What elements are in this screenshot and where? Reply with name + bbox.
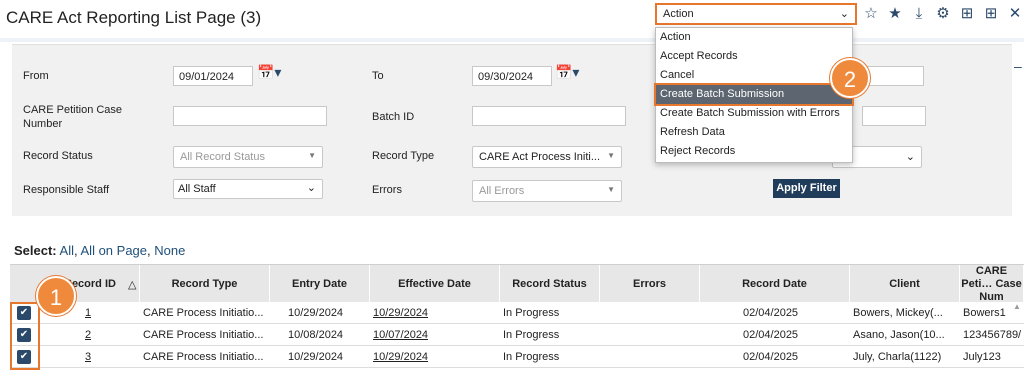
action-select-value: Action <box>663 8 694 20</box>
errors-value: All Errors <box>479 185 525 197</box>
cell-record-status: In Progress <box>503 329 560 341</box>
menu-item-create-batch-submission-with-errors[interactable]: Create Batch Submission with Errors <box>656 104 852 123</box>
cell-entry-date: 10/08/2024 <box>288 329 344 341</box>
menu-item-reject-records[interactable]: Reject Records <box>656 142 852 161</box>
cell-effective-date[interactable]: 10/29/2024 <box>373 346 428 368</box>
page-title: CARE Act Reporting List Page (3) <box>6 8 262 27</box>
errors-label: Errors <box>372 184 402 196</box>
cell-record-id[interactable]: 2 <box>85 324 91 346</box>
step-badge-2: 2 <box>830 58 870 98</box>
chevron-down-icon: ▼ <box>607 185 615 194</box>
star-outline-icon[interactable]: ☆ <box>862 5 880 23</box>
status-label: Record Status <box>23 150 93 162</box>
action-select[interactable]: Action ⌄ <box>655 3 857 25</box>
download-icon[interactable]: ⤓ <box>910 5 928 23</box>
chevron-down-icon: ⌄ <box>306 182 316 194</box>
gear-icon[interactable]: ⚙ <box>934 5 952 23</box>
staff-label: Responsible Staff <box>23 184 110 196</box>
table-icon[interactable]: ⊞ <box>982 5 1000 23</box>
cell-care-case: July123 <box>963 351 1001 363</box>
select-label: Select: <box>14 243 57 258</box>
panel-strip <box>0 38 1024 42</box>
record-type-select[interactable]: CARE Act Process Initi... ▼ <box>472 146 622 168</box>
select-row: Select: All, All on Page, None <box>14 243 186 258</box>
col-errors[interactable]: Errors <box>600 265 700 303</box>
errors-select[interactable]: All Errors ▼ <box>472 180 622 202</box>
col-client[interactable]: Client <box>850 265 960 303</box>
sort-icon[interactable]: △ <box>128 278 136 291</box>
table-row[interactable]: ✔ 1 CARE Process Initiatio... 10/29/2024… <box>10 302 1024 324</box>
table-row[interactable]: ✔ 3 CARE Process Initiatio... 10/29/2024… <box>10 346 1024 368</box>
batch-id-input[interactable] <box>472 106 626 126</box>
responsible-staff-value: All Staff <box>178 183 216 195</box>
top-bar: CARE Act Reporting List Page (3) Action … <box>0 0 1024 38</box>
col-care-case[interactable]: CARE Peti… Case Num <box>960 265 1024 303</box>
cell-record-type: CARE Process Initiatio... <box>143 307 264 319</box>
col-entry-date[interactable]: Entry Date <box>270 265 370 303</box>
cell-record-date: 02/04/2025 <box>743 307 799 319</box>
to-label: To <box>372 70 384 82</box>
extra-field-input-2[interactable] <box>862 106 926 126</box>
cell-care-case: 123456789/ <box>963 329 1021 341</box>
select-all-on-page-link[interactable]: All on Page <box>81 243 148 258</box>
close-icon[interactable]: ✕ <box>1006 5 1024 23</box>
select-all-link[interactable]: All <box>60 243 74 258</box>
menu-item-refresh-data[interactable]: Refresh Data <box>656 123 852 142</box>
menu-item-create-batch-submission[interactable]: Create Batch Submission <box>654 83 854 106</box>
collapse-icon[interactable]: – <box>1014 58 1022 74</box>
col-record-type[interactable]: Record Type <box>140 265 270 303</box>
cell-effective-date[interactable]: 10/29/2024 <box>373 302 428 324</box>
cell-client: July, Charla(1122) <box>853 351 942 363</box>
from-date-input[interactable]: 09/01/2024 <box>173 66 253 86</box>
checkbox-highlight <box>10 302 40 370</box>
col-record-status[interactable]: Record Status <box>500 265 600 303</box>
step-badge-1: 1 <box>36 276 76 316</box>
record-status-select[interactable]: All Record Status ▼ <box>173 146 323 168</box>
menu-item-accept-records[interactable]: Accept Records <box>656 47 852 66</box>
cell-record-date: 02/04/2025 <box>743 329 799 341</box>
responsible-staff-select[interactable]: All Staff ⌄ <box>173 179 323 199</box>
batch-label: Batch ID <box>372 111 415 123</box>
to-date-input[interactable]: 09/30/2024 <box>472 66 552 86</box>
cell-record-type: CARE Process Initiatio... <box>143 329 264 341</box>
chevron-down-icon: ⌄ <box>839 8 849 20</box>
scroll-up-icon[interactable]: ▲ <box>1013 302 1021 311</box>
type-label: Record Type <box>372 150 435 162</box>
table-row[interactable]: ✔ 2 CARE Process Initiatio... 10/08/2024… <box>10 324 1024 346</box>
cell-record-id[interactable]: 3 <box>85 346 91 368</box>
cell-record-id[interactable]: 1 <box>85 302 91 324</box>
extra-field-input[interactable] <box>862 66 924 86</box>
apply-filter-button[interactable]: Apply Filter <box>773 179 840 198</box>
petition-input[interactable] <box>173 106 327 126</box>
cell-record-type: CARE Process Initiatio... <box>143 351 264 363</box>
chevron-down-icon: ▼ <box>308 151 316 160</box>
menu-item-cancel[interactable]: Cancel <box>656 66 852 85</box>
cell-entry-date: 10/29/2024 <box>288 307 344 319</box>
chevron-down-icon: ⌄ <box>905 151 915 163</box>
from-label: From <box>23 70 49 82</box>
col-effective-date[interactable]: Effective Date <box>370 265 500 303</box>
cell-record-status: In Progress <box>503 307 560 319</box>
table-header: Record ID △ Record Type Entry Date Effec… <box>10 264 1024 303</box>
col-record-date[interactable]: Record Date <box>700 265 850 303</box>
cell-record-date: 02/04/2025 <box>743 351 799 363</box>
record-type-value: CARE Act Process Initi... <box>479 151 601 163</box>
cell-client: Asano, Jason(10... <box>853 329 945 341</box>
calendar-icon[interactable]: 📅▾ <box>555 64 579 81</box>
cell-effective-date[interactable]: 10/07/2024 <box>373 324 428 346</box>
record-status-value: All Record Status <box>180 151 265 163</box>
cell-client: Bowers, Mickey(... <box>853 307 943 319</box>
toolbar-icons: ☆ ★ ⤓ ⚙ ⊞ ⊞ ✕ <box>862 5 1024 23</box>
petition-label: CARE Petition Case Number <box>23 104 123 130</box>
select-none-link[interactable]: None <box>154 243 185 258</box>
menu-item-action[interactable]: Action <box>656 28 852 47</box>
add-table-icon[interactable]: ⊞ <box>958 5 976 23</box>
cell-record-status: In Progress <box>503 351 560 363</box>
action-dropdown-menu: Action Accept Records Cancel Create Batc… <box>654 27 854 163</box>
calendar-icon[interactable]: 📅▾ <box>257 64 281 81</box>
star-icon[interactable]: ★ <box>886 5 904 23</box>
chevron-down-icon: ▼ <box>607 151 615 160</box>
cell-entry-date: 10/29/2024 <box>288 351 344 363</box>
